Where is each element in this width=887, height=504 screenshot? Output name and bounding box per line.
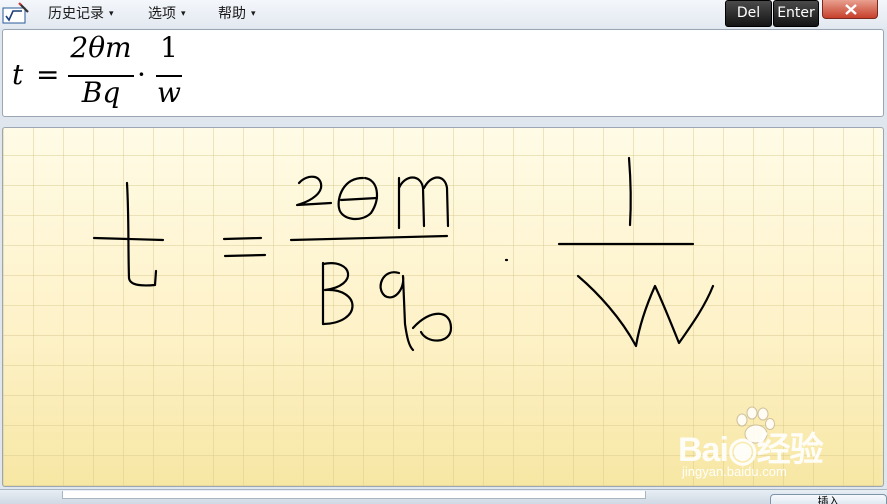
insert-button[interactable]: 插入 <box>770 494 887 504</box>
formula-dot: · <box>137 58 146 91</box>
menu-history[interactable]: 历史记录 ▾ <box>48 4 114 24</box>
close-icon <box>845 4 857 15</box>
chevron-down-icon: ▾ <box>181 9 186 19</box>
enter-button[interactable]: Enter <box>773 0 819 27</box>
chevron-down-icon: ▾ <box>109 9 114 19</box>
close-button[interactable] <box>822 0 878 19</box>
menu-bar: 历史记录 ▾ 选项 ▾ 帮助 ▾ Del Enter <box>0 0 887 28</box>
fraction1-numerator: 2θm <box>70 31 132 64</box>
watermark: Bai◉经验 jingyan.baidu.com <box>676 404 846 484</box>
menu-history-label: 历史记录 <box>48 6 104 22</box>
formula-equals: = <box>36 58 60 91</box>
fraction2-denominator: w <box>157 76 181 109</box>
fraction2-numerator: 1 <box>160 31 178 64</box>
menu-options-label: 选项 <box>148 6 176 22</box>
recognition-preview: t = 2θm Bq · 1 w <box>2 29 884 117</box>
math-input-app-icon[interactable] <box>2 2 30 24</box>
bottom-bar <box>0 489 887 504</box>
menu-help-label: 帮助 <box>218 6 246 22</box>
menu-help[interactable]: 帮助 ▾ <box>218 4 256 24</box>
chevron-down-icon: ▾ <box>251 9 256 19</box>
watermark-url: jingyan.baidu.com <box>682 464 787 479</box>
menu-options[interactable]: 选项 ▾ <box>148 4 186 24</box>
formula-lhs: t <box>12 58 24 91</box>
bottom-text-field[interactable] <box>62 491 646 499</box>
fraction1-denominator: Bq <box>81 76 121 109</box>
del-button[interactable]: Del <box>725 0 772 27</box>
